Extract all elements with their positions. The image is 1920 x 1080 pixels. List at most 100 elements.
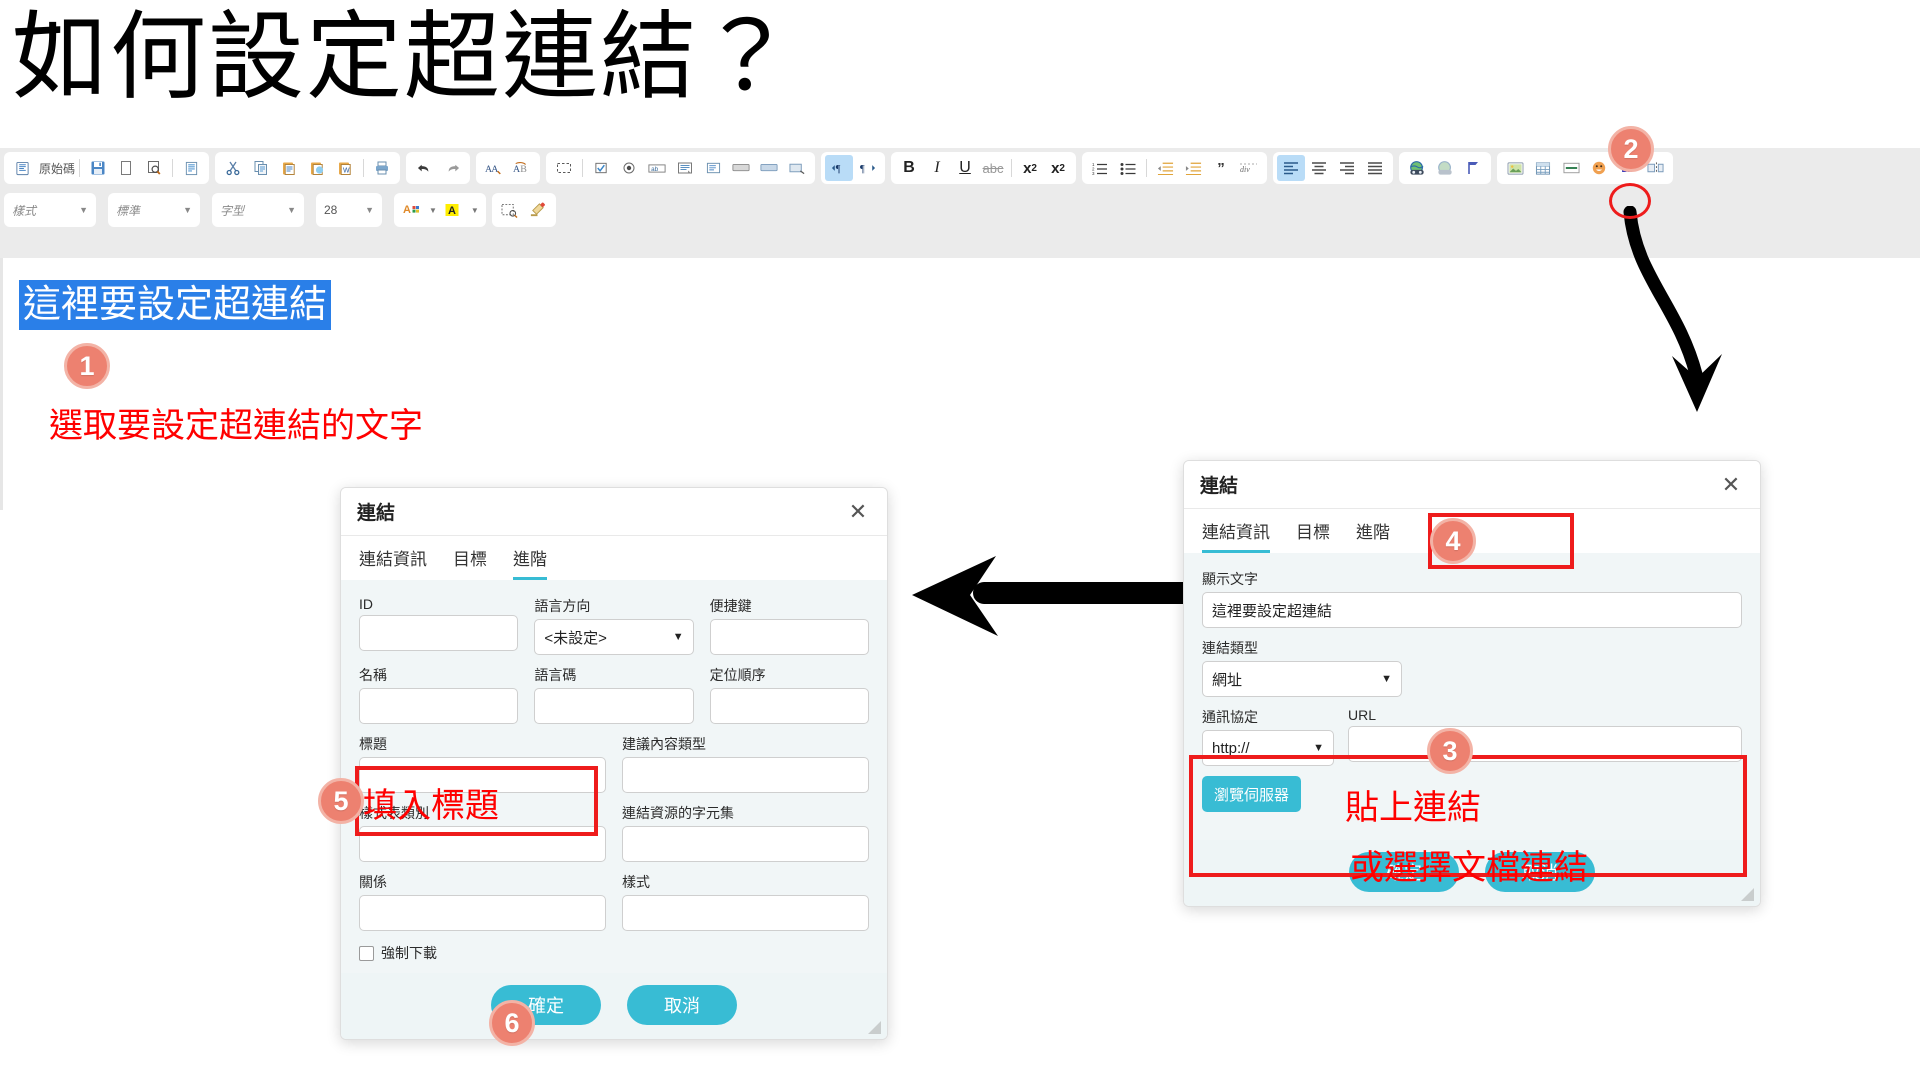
field-content-type: 建議內容類型: [622, 734, 869, 793]
source-label[interactable]: 原始碼: [36, 160, 75, 177]
underline-icon[interactable]: U: [951, 155, 979, 181]
field-label: 連結類型: [1202, 640, 1258, 656]
outdent-icon[interactable]: [1151, 155, 1179, 181]
save-icon[interactable]: [84, 155, 112, 181]
close-icon[interactable]: ✕: [1718, 473, 1744, 496]
force-download-checkbox-row[interactable]: 強制下載: [359, 943, 869, 963]
align-left-icon[interactable]: [1277, 155, 1306, 181]
tab-link-info[interactable]: 連結資訊: [1202, 518, 1270, 553]
format-combo[interactable]: 標準 ▼: [108, 193, 200, 227]
toolbar-group-basicstyles: B I U abc x2 x2: [891, 152, 1077, 184]
radio-icon[interactable]: [615, 155, 643, 181]
language-direction-select[interactable]: <未設定> ▼: [534, 619, 694, 655]
superscript-icon[interactable]: x2: [1044, 155, 1072, 181]
textarea-icon[interactable]: [671, 155, 699, 181]
advanced-fields-row2: 標題 建議內容類型 樣式表類別 連結資源的字元集 關係 樣式: [359, 734, 869, 941]
replace-icon[interactable]: AB: [508, 155, 536, 181]
horizontal-rule-icon[interactable]: [1557, 155, 1585, 181]
protocol-select[interactable]: http:// ▼: [1202, 730, 1334, 766]
browse-server-button[interactable]: 瀏覽伺服器: [1202, 776, 1302, 812]
image-icon[interactable]: [1501, 155, 1529, 181]
access-key-input[interactable]: [709, 619, 869, 655]
fontsize-combo[interactable]: 28 ▼: [316, 193, 382, 227]
anchor-icon[interactable]: [1459, 155, 1487, 181]
checkbox-icon[interactable]: [359, 945, 374, 961]
smiley-icon[interactable]: [1585, 155, 1613, 181]
style-input[interactable]: [622, 895, 869, 931]
find-icon[interactable]: AA: [480, 155, 508, 181]
content-type-input[interactable]: [622, 757, 869, 793]
select-all-icon[interactable]: [550, 155, 578, 181]
bulleted-list-icon[interactable]: [1114, 155, 1142, 181]
redo-icon[interactable]: [438, 155, 466, 181]
field-tab-index: 定位順序: [709, 665, 869, 724]
button-icon[interactable]: [727, 155, 755, 181]
source-icon[interactable]: [8, 155, 36, 181]
rtl-icon[interactable]: ¶: [853, 155, 881, 181]
close-icon[interactable]: ✕: [845, 500, 871, 523]
cancel-button[interactable]: 取消: [627, 985, 737, 1025]
cut-icon[interactable]: [219, 155, 247, 181]
field-label: 語言方向: [534, 598, 591, 614]
remove-format-icon[interactable]: [524, 197, 552, 223]
table-icon[interactable]: [1529, 155, 1557, 181]
resize-grip-icon[interactable]: [868, 1021, 881, 1034]
chevron-down-icon[interactable]: ▼: [426, 197, 440, 223]
advanced-fields-row1: ID 語言方向 <未設定> ▼ 便捷鍵 名稱 語言碼 定位順序: [359, 596, 869, 734]
ltr-icon[interactable]: ¶: [825, 155, 854, 181]
text-color-icon[interactable]: A: [398, 197, 426, 223]
link-icon[interactable]: [1403, 155, 1431, 181]
svg-text:3: 3: [1092, 171, 1095, 175]
select-icon[interactable]: [699, 155, 727, 181]
checkbox-icon[interactable]: [587, 155, 615, 181]
tab-link-info[interactable]: 連結資訊: [359, 545, 427, 580]
field-display-text: 顯示文字: [1202, 569, 1742, 628]
link-type-select[interactable]: 網址 ▼: [1202, 661, 1402, 697]
tab-advanced[interactable]: 進階: [1356, 518, 1390, 553]
field-label: 顯示文字: [1202, 571, 1258, 587]
styles-combo[interactable]: 樣式 ▼: [4, 193, 96, 227]
align-center-icon[interactable]: [1305, 155, 1333, 181]
name-input[interactable]: [359, 688, 519, 724]
image-button-icon[interactable]: [755, 155, 783, 181]
paste-text-icon[interactable]: [303, 155, 331, 181]
paste-word-icon[interactable]: W: [331, 155, 359, 181]
font-combo[interactable]: 字型 ▼: [212, 193, 304, 227]
subscript-icon[interactable]: x2: [1016, 155, 1044, 181]
background-color-icon[interactable]: A: [440, 197, 468, 223]
bold-icon[interactable]: B: [895, 155, 923, 181]
tab-index-input[interactable]: [709, 688, 869, 724]
numbered-list-icon[interactable]: 123: [1086, 155, 1114, 181]
rel-input[interactable]: [359, 895, 606, 931]
italic-icon[interactable]: I: [923, 155, 951, 181]
tab-advanced[interactable]: 進階: [513, 545, 547, 580]
indent-icon[interactable]: [1179, 155, 1207, 181]
unlink-icon[interactable]: [1431, 155, 1459, 181]
strike-icon[interactable]: abc: [979, 155, 1007, 181]
chevron-down-icon[interactable]: ▼: [468, 197, 482, 223]
hidden-field-icon[interactable]: [783, 155, 811, 181]
dialog-title: 連結: [1200, 476, 1239, 497]
show-blocks-icon[interactable]: [496, 197, 524, 223]
display-text-input[interactable]: [1202, 592, 1742, 628]
paste-icon[interactable]: [275, 155, 303, 181]
stylesheet-classes-input[interactable]: [359, 826, 606, 862]
language-code-input[interactable]: [534, 688, 694, 724]
undo-icon[interactable]: [410, 155, 438, 181]
new-page-icon[interactable]: [112, 155, 140, 181]
url-input[interactable]: [1348, 726, 1742, 762]
align-justify-icon[interactable]: [1361, 155, 1389, 181]
copy-icon[interactable]: [247, 155, 275, 181]
templates-icon[interactable]: [177, 155, 205, 181]
id-input[interactable]: [359, 615, 519, 651]
blockquote-icon[interactable]: ”: [1207, 155, 1235, 181]
create-div-icon[interactable]: div: [1235, 155, 1263, 181]
charset-input[interactable]: [622, 826, 869, 862]
print-icon[interactable]: [368, 155, 396, 181]
preview-icon[interactable]: [140, 155, 168, 181]
textfield-icon[interactable]: ab: [643, 155, 671, 181]
tab-target[interactable]: 目標: [1296, 518, 1330, 553]
tab-target[interactable]: 目標: [453, 545, 487, 580]
resize-grip-icon[interactable]: [1741, 888, 1754, 901]
align-right-icon[interactable]: [1333, 155, 1361, 181]
